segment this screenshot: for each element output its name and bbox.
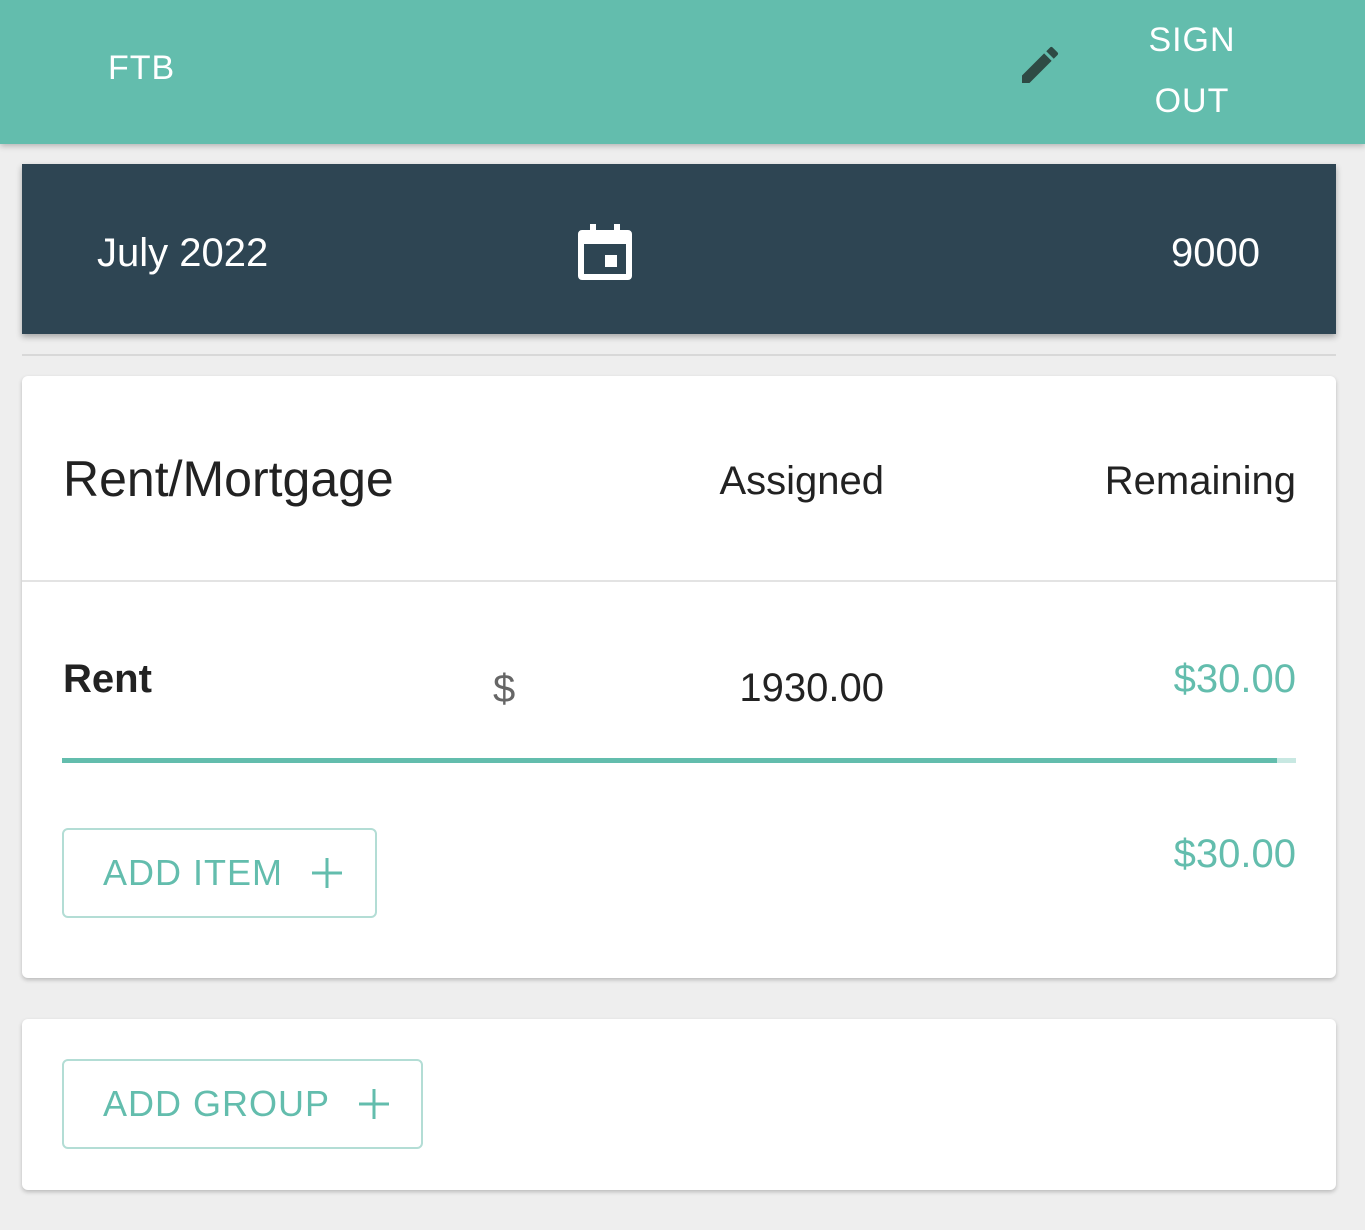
calendar-icon [578, 224, 632, 284]
divider [22, 354, 1336, 356]
pencil-icon [1016, 41, 1064, 94]
add-group-label: ADD GROUP [103, 1083, 331, 1124]
remaining-header: Remaining [1104, 459, 1296, 503]
assigned-input[interactable] [582, 660, 884, 716]
assigned-header: Assigned [719, 459, 884, 503]
item-progress-fill [62, 758, 1278, 763]
item-remaining: $30.00 [1173, 657, 1296, 701]
edit-button[interactable] [1012, 42, 1068, 92]
plus-icon [311, 857, 343, 889]
app-title: FTB [108, 49, 176, 87]
add-item-label: ADD ITEM [103, 852, 284, 893]
group-name[interactable]: Rent/Mortgage [63, 450, 394, 508]
plus-icon [358, 1088, 390, 1120]
add-group-button[interactable]: ADD GROUP [62, 1059, 423, 1149]
item-progress-bar [62, 758, 1296, 763]
month-label: July 2022 [97, 231, 269, 275]
add-item-button[interactable]: ADD ITEM [62, 828, 377, 918]
calendar-button[interactable] [578, 224, 632, 280]
group-remaining-total: $30.00 [1173, 832, 1296, 876]
item-name[interactable]: Rent [63, 656, 152, 702]
group-card: Rent/Mortgage Assigned Remaining Rent $ … [22, 376, 1336, 978]
budget-total[interactable]: 9000 [1171, 230, 1260, 276]
month-bar: July 2022 9000 [22, 164, 1336, 334]
app-bar: FTB SIGN OUT [0, 0, 1365, 144]
currency-symbol: $ [493, 667, 516, 711]
add-group-card: ADD GROUP [22, 1019, 1336, 1190]
header-divider [22, 580, 1336, 582]
sign-out-button[interactable]: SIGN OUT [1130, 10, 1254, 130]
